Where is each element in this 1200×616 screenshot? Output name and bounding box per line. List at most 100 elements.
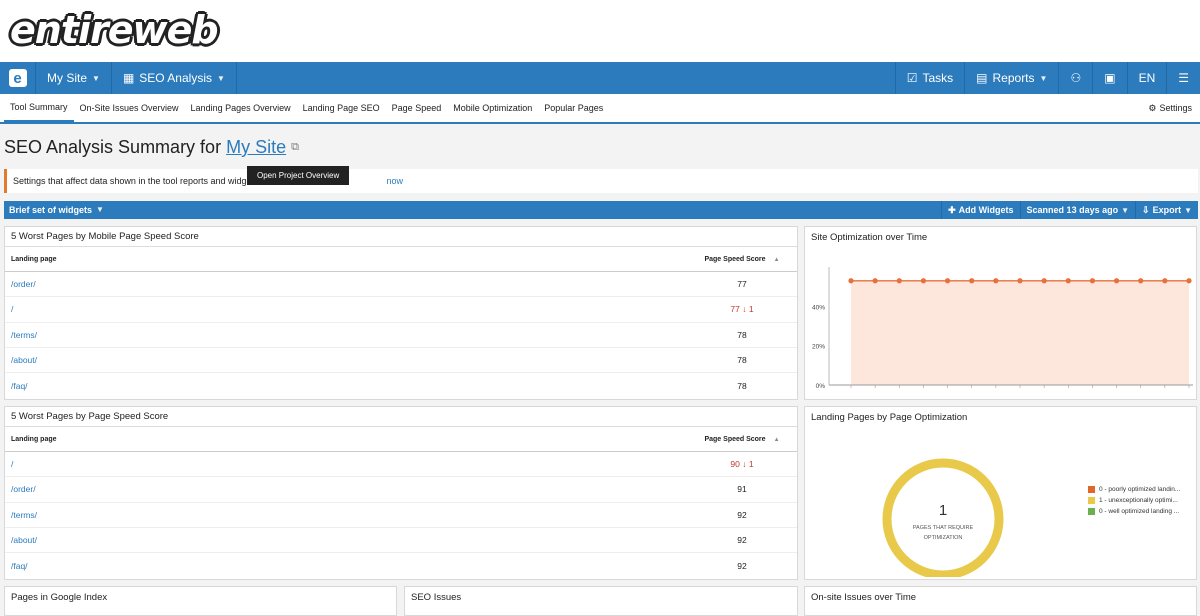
export-icon: ⇩	[1142, 204, 1150, 215]
y-tick-label: 0%	[816, 383, 826, 390]
mobile-speed-widget: 5 Worst Pages by Mobile Page Speed Score…	[4, 226, 798, 400]
tab-page-speed[interactable]: Page Speed	[386, 94, 448, 122]
page-link[interactable]: /about/	[5, 355, 687, 365]
data-point	[1065, 278, 1071, 284]
gear-icon: ⚙	[1148, 102, 1157, 113]
column-header[interactable]: Landing page	[5, 436, 687, 443]
column-header-score[interactable]: Page Speed Score ▲	[687, 256, 797, 263]
table-row: /terms/78	[5, 323, 797, 348]
caret-down-icon: ▼	[92, 73, 100, 83]
data-point	[1186, 278, 1192, 284]
data-point	[1113, 278, 1120, 284]
data-point	[969, 278, 975, 284]
clipboard-button[interactable]: ▣	[1092, 62, 1126, 94]
column-header[interactable]: Landing page	[5, 256, 687, 263]
data-point	[896, 278, 902, 284]
menu-button[interactable]: ☰	[1166, 62, 1200, 94]
data-point	[1138, 278, 1144, 284]
score: 78	[737, 355, 747, 366]
page-link[interactable]: /faq/	[5, 381, 687, 391]
reports-icon: ▤	[976, 71, 988, 85]
tasks-button[interactable]: ☑ Tasks	[894, 62, 964, 94]
page-link[interactable]: /	[5, 459, 687, 469]
widget-title: Site Optimization over Time	[811, 231, 928, 243]
users-icon: ⚇	[1070, 71, 1082, 85]
page-link[interactable]: /	[5, 304, 687, 314]
tab-mobile-optimization[interactable]: Mobile Optimization	[447, 94, 538, 122]
export-button[interactable]: ⇩ Export ▼	[1135, 201, 1198, 219]
legend-item[interactable]: 1 - unexceptionally optimi...	[1088, 495, 1180, 506]
logo-bar: entireweb	[0, 0, 1200, 62]
tasks-icon: ☑	[906, 71, 918, 85]
landing-optimization-widget: Landing Pages by Page Optimization 1 PAG…	[804, 406, 1197, 580]
caret-down-icon: ▼	[1039, 73, 1048, 83]
legend-swatch	[1088, 486, 1095, 493]
score: 92	[737, 509, 747, 520]
tab-onsite-issues[interactable]: On-Site Issues Overview	[74, 94, 185, 122]
chart-area	[851, 280, 1189, 385]
data-point	[944, 278, 951, 284]
arrow-down-icon: ↓	[742, 459, 747, 470]
site-optimization-chart: 0% 20% 40%	[812, 267, 1193, 390]
page-link[interactable]: /order/	[5, 484, 687, 494]
page-link[interactable]: /about/	[5, 535, 687, 545]
page-link[interactable]: /order/	[5, 279, 687, 289]
data-point	[872, 278, 878, 284]
score: 78	[737, 329, 747, 340]
page-link[interactable]: /faq/	[5, 561, 687, 571]
scanned-selector[interactable]: Scanned 13 days ago ▼	[1019, 201, 1135, 219]
seo-issues-widget: SEO Issues	[404, 586, 798, 616]
module-tabs: Tool Summary On-Site Issues Overview Lan…	[0, 94, 1200, 124]
e-logo-icon: e	[8, 69, 27, 87]
table-row: /about/78	[5, 348, 797, 374]
site-link[interactable]: My Site	[226, 137, 286, 158]
hamburger-icon: ☰	[1178, 71, 1189, 85]
page-link[interactable]: /terms/	[5, 330, 687, 340]
data-point	[1089, 278, 1096, 284]
page-link[interactable]: /terms/	[5, 510, 687, 520]
brand-logo[interactable]: entireweb	[10, 8, 219, 52]
home-button[interactable]: e	[0, 62, 36, 94]
table-row: / 90 ↓ 1	[5, 452, 797, 478]
widget-title: 5 Worst Pages by Page Speed Score	[5, 407, 797, 427]
legend-item[interactable]: 0 - well optimized landing ...	[1088, 506, 1180, 517]
top-navigation: e My Site ▼ ▦ SEO Analysis ▼ ☑ Tasks ▤ Report…	[0, 62, 1200, 94]
score: 91	[737, 484, 747, 495]
language-selector[interactable]: EN	[1126, 62, 1167, 94]
add-widgets-button[interactable]: ✚ Add Widgets	[941, 201, 1019, 219]
data-point	[993, 278, 999, 284]
module-selector[interactable]: ▦ SEO Analysis ▼	[112, 62, 237, 94]
tab-popular-pages[interactable]: Popular Pages	[538, 94, 609, 122]
site-optimization-widget: Site Optimization over Time 0% 20% 40%	[804, 226, 1197, 400]
settings-notice: Settings that affect data shown in the t…	[4, 169, 1198, 193]
notice-link[interactable]: now	[387, 176, 404, 186]
donut-label-2: OPTIMIZATION	[924, 535, 963, 541]
settings-button[interactable]: ⚙ Settings	[1148, 103, 1200, 114]
tooltip: Open Project Overview	[247, 166, 350, 185]
table-row: /about/92	[5, 528, 797, 554]
tab-landing-page-seo[interactable]: Landing Page SEO	[297, 94, 386, 122]
table-row: /order/77	[5, 272, 797, 298]
legend-swatch	[1088, 508, 1095, 515]
data-point	[1017, 278, 1023, 284]
caret-down-icon: ▼	[96, 205, 104, 214]
widget-title: Pages in Google Index	[11, 591, 108, 603]
score: 77 ↓ 1	[730, 304, 754, 315]
users-button[interactable]: ⚇	[1058, 62, 1092, 94]
copy-icon[interactable]: ⧉	[291, 141, 299, 154]
page-speed-widget: 5 Worst Pages by Page Speed Score Landin…	[4, 406, 798, 580]
legend-item[interactable]: 0 - poorly optimized landin...	[1088, 484, 1180, 495]
data-point	[1162, 278, 1168, 284]
widget-title: Landing Pages by Page Optimization	[811, 411, 968, 423]
reports-button[interactable]: ▤ Reports ▼	[964, 62, 1058, 94]
widget-set-selector[interactable]: Brief set of widgets ▼	[4, 205, 104, 215]
site-selector[interactable]: My Site ▼	[36, 62, 112, 94]
column-header-score[interactable]: Page Speed Score ▲	[687, 436, 797, 443]
sort-icon: ▲	[773, 436, 780, 443]
tab-landing-pages-overview[interactable]: Landing Pages Overview	[185, 94, 297, 122]
sort-icon: ▲	[773, 256, 780, 263]
arrow-down-icon: ↓	[742, 304, 747, 315]
data-point	[848, 278, 854, 284]
caret-down-icon: ▼	[1184, 205, 1192, 215]
tab-tool-summary[interactable]: Tool Summary	[4, 94, 74, 122]
